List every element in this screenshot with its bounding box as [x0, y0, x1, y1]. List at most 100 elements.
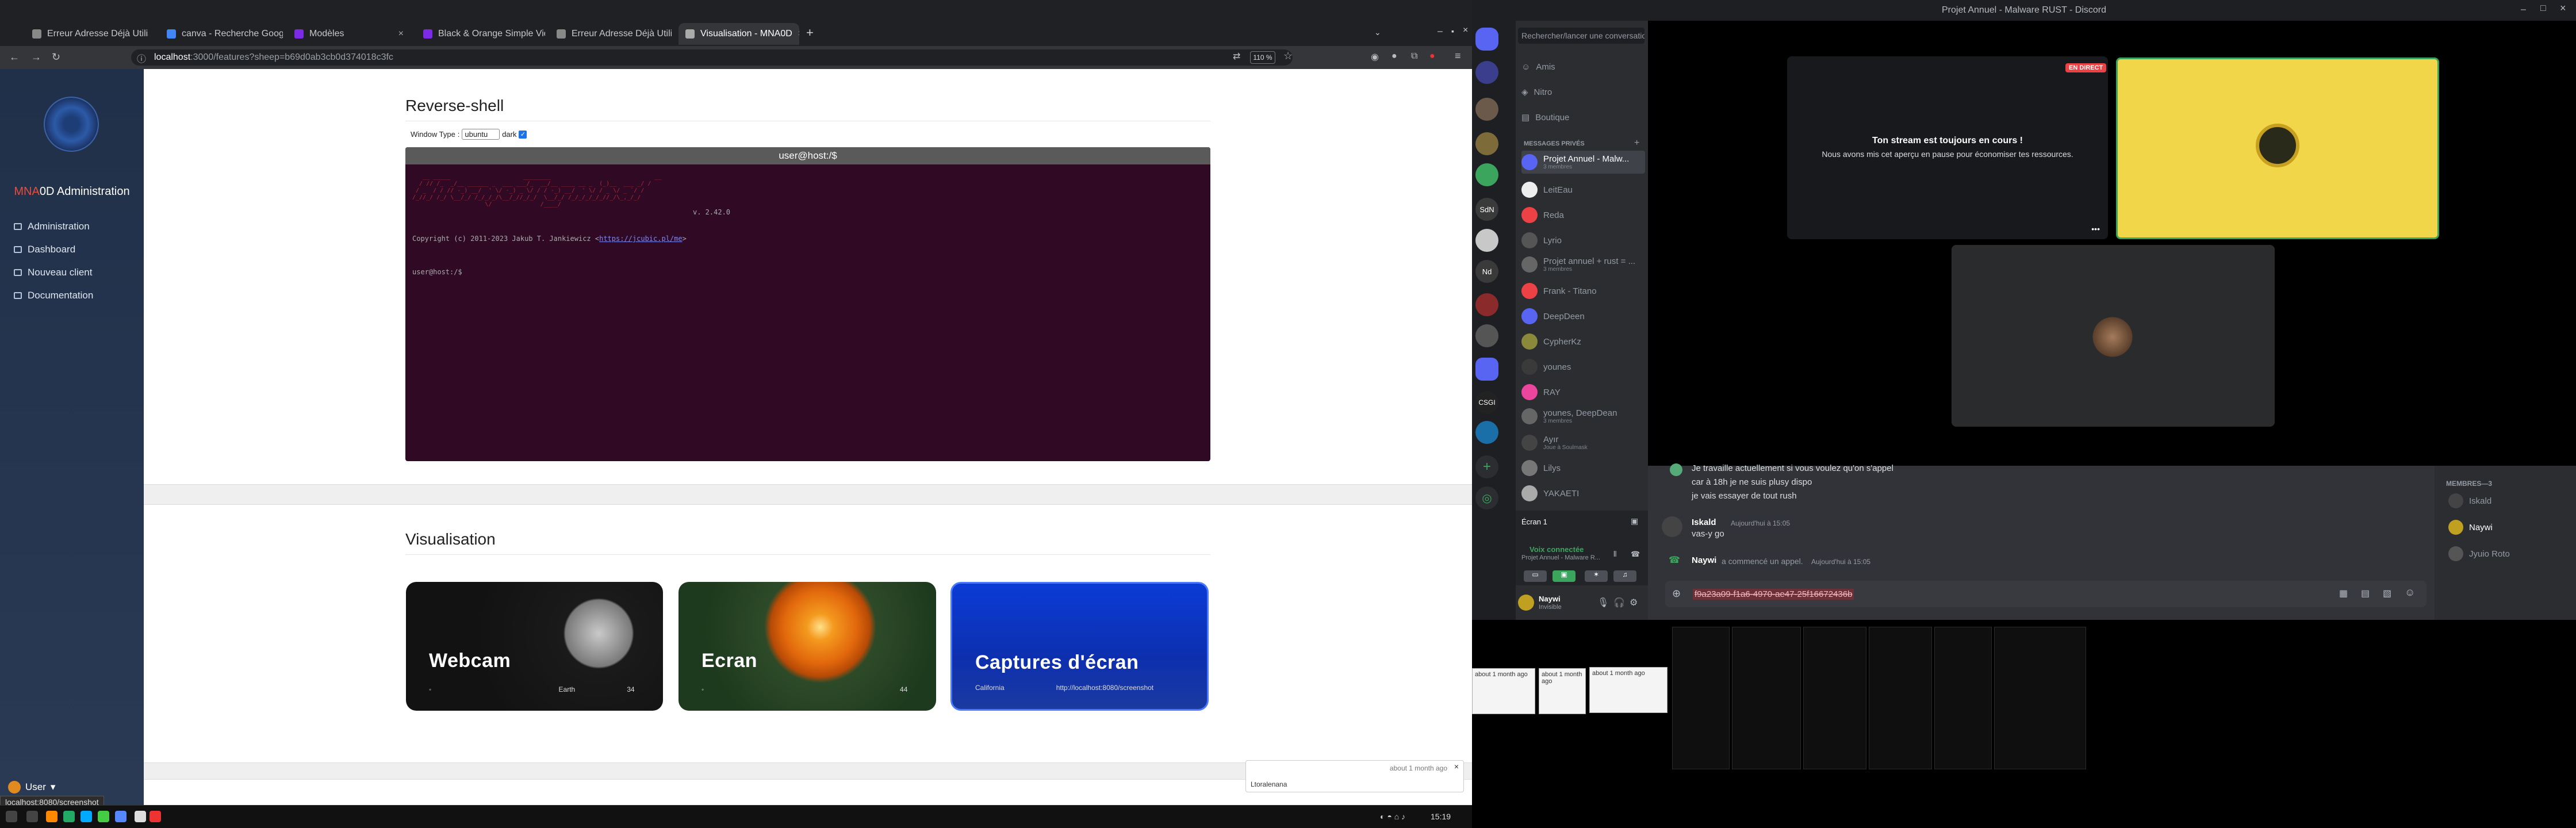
activity-button[interactable]: ✶ — [1585, 570, 1608, 582]
friends-item[interactable]: ☺ Amis — [1521, 56, 1645, 77]
tab-6-active[interactable]: Visualisation - MNA0D × — [678, 23, 799, 45]
dm-search-input[interactable]: Rechercher/lancer une conversation — [1518, 28, 1644, 44]
mini-window[interactable]: about 1 month ago — [1589, 667, 1667, 713]
notification-toast[interactable]: about 1 month ago × Ltoralenana — [1245, 760, 1464, 792]
server-icon[interactable] — [1475, 229, 1498, 252]
extension-icon[interactable]: ◉ — [1371, 51, 1379, 63]
ecran-card[interactable]: Ecran ◦ 44 — [678, 582, 936, 711]
add-dm-icon[interactable]: + — [1634, 138, 1639, 148]
files-icon[interactable] — [26, 811, 38, 822]
member-item[interactable]: Naywi — [2448, 520, 2493, 535]
user-menu[interactable]: User ▾ — [8, 781, 55, 793]
close-window-icon[interactable]: × — [2560, 2, 2566, 14]
reload-icon[interactable]: ↻ — [52, 51, 60, 63]
terminal-prompt[interactable]: user@host:/$ — [412, 268, 462, 276]
translate-icon[interactable]: ⇄ — [1233, 51, 1240, 62]
attach-icon[interactable]: ⊕ — [1672, 588, 1681, 600]
gift-icon[interactable]: ▦ — [2339, 588, 2348, 599]
app-icon[interactable] — [135, 811, 146, 822]
maximize-icon[interactable]: □ — [2540, 3, 2546, 14]
server-csgi-icon[interactable]: CSGI — [1475, 391, 1498, 414]
start-icon[interactable] — [6, 811, 17, 822]
tab-3[interactable]: Modèles × — [288, 23, 411, 45]
close-tab-icon[interactable]: × — [398, 29, 404, 39]
zoom-indicator[interactable]: 110 % — [1250, 51, 1275, 64]
screen-share-icon[interactable]: ▣ — [1631, 516, 1638, 526]
menu-icon[interactable]: ≡ — [1455, 50, 1461, 62]
folder-server-icon[interactable] — [1475, 358, 1498, 381]
back-icon[interactable]: ← — [9, 51, 20, 63]
mini-window[interactable]: about 1 month ago — [1539, 668, 1586, 714]
gif-icon[interactable]: ▤ — [2361, 588, 2370, 599]
noise-suppression-icon[interactable]: ⫴ — [1613, 550, 1616, 559]
app-icon[interactable] — [150, 811, 161, 822]
server-nd-icon[interactable]: Nd — [1475, 260, 1498, 283]
sticker-icon[interactable]: ▧ — [2383, 588, 2391, 599]
record-icon[interactable]: ● — [1429, 51, 1435, 62]
discord-home-icon[interactable] — [1475, 28, 1498, 51]
captures-card[interactable]: Captures d'écran California http://localh… — [950, 582, 1209, 711]
server-icon[interactable] — [1475, 98, 1498, 121]
soundboard-button[interactable]: ♫ — [1613, 570, 1636, 582]
dm-item[interactable]: CypherKz — [1521, 331, 1645, 352]
explore-icon[interactable]: ◎ — [1475, 486, 1498, 509]
dm-item[interactable]: Lilys — [1521, 458, 1645, 478]
tab-5[interactable]: Erreur Adresse Déjà Utilisée× — [550, 23, 672, 45]
server-sdh-icon[interactable]: SdN — [1475, 198, 1498, 221]
emoji-icon[interactable]: ☺ — [2405, 586, 2415, 599]
shop-item[interactable]: ▤ Boutique — [1521, 107, 1645, 128]
server-icon[interactable] — [1475, 421, 1498, 444]
server-icon[interactable] — [1475, 132, 1498, 155]
webcam-card[interactable]: Webcam ◦ Earth 34 — [406, 582, 663, 711]
dark-checkbox[interactable]: ✓ — [519, 130, 527, 139]
close-window-icon[interactable]: × — [1463, 25, 1468, 36]
profile-icon[interactable]: ● — [1392, 51, 1397, 62]
dm-item[interactable]: Ayır Joue à Soulmask — [1521, 431, 1645, 454]
more-icon[interactable]: ••• — [2091, 224, 2100, 233]
message-input[interactable]: f9a23a09-f1a6-4970-ae47-25f16672436b — [1665, 581, 2426, 607]
camera-button[interactable]: ▭ — [1524, 570, 1547, 582]
minimize-icon[interactable]: ‒ — [1438, 26, 1443, 37]
server-icon[interactable] — [1475, 61, 1498, 84]
discord-app-icon[interactable] — [115, 811, 126, 822]
dm-item[interactable]: RAY — [1521, 382, 1645, 402]
add-server-icon[interactable]: + — [1475, 455, 1498, 478]
member-item[interactable]: Iskald — [2448, 493, 2491, 508]
forward-icon[interactable]: → — [31, 51, 41, 63]
close-tab-icon[interactable]: × — [798, 29, 799, 39]
dm-item[interactable]: Projet Annuel - Malw... 3 membres — [1521, 151, 1645, 174]
nav-documentation[interactable]: Documentation — [14, 290, 93, 301]
paused-stream-tile[interactable]: Ton stream est toujours en cours ! Nous … — [1787, 56, 2108, 239]
avatar-tile[interactable] — [2116, 57, 2439, 239]
nav-administration[interactable]: Administration — [14, 221, 90, 232]
nav-nouveau-client[interactable]: Nouveau client — [14, 267, 92, 278]
new-tab-button[interactable]: + — [806, 25, 814, 40]
dm-item[interactable]: Reda — [1521, 205, 1645, 225]
dm-item[interactable]: younes — [1521, 356, 1645, 377]
server-icon[interactable] — [1475, 163, 1498, 186]
nitro-item[interactable]: ◈ Nitro — [1521, 82, 1645, 102]
address-bar[interactable]: localhost:3000/features?sheep=b69d0ab3cb… — [131, 49, 1293, 66]
headphones-icon[interactable]: 🎧 — [1613, 597, 1625, 608]
extensions-puzzle-icon[interactable]: ⧉ — [1411, 51, 1417, 62]
server-icon[interactable] — [1475, 324, 1498, 347]
tab-4[interactable]: Black & Orange Simple Video× — [416, 23, 545, 45]
app-icon[interactable] — [98, 811, 109, 822]
dm-item[interactable]: Projet annuel + rust = ... 3 membres — [1521, 253, 1645, 276]
vscode-icon[interactable] — [80, 811, 92, 822]
tab-1[interactable]: Erreur Adresse Déjà Utilisée× — [25, 23, 148, 45]
dm-item[interactable]: YAKAETI — [1521, 483, 1645, 504]
microphone-icon[interactable]: 🎙 — [1597, 597, 1609, 608]
tab-list-icon[interactable]: ⌄ — [1374, 28, 1381, 37]
terminal-app-icon[interactable] — [63, 811, 75, 822]
site-info-icon[interactable]: ⓘ — [137, 51, 146, 65]
dm-item[interactable]: younes, DeepDean 3 membres — [1521, 405, 1645, 428]
dm-item[interactable]: Lyrio — [1521, 230, 1645, 251]
bookmark-star-icon[interactable]: ☆ — [1283, 50, 1293, 62]
dm-item[interactable]: LeitEau — [1521, 179, 1645, 200]
copyright-link[interactable]: https://jcubic.pl/me — [599, 235, 683, 243]
server-icon[interactable] — [1475, 293, 1498, 316]
terminal[interactable]: user@host:/$ __ _____ ________ __ / // /… — [405, 147, 1210, 461]
dm-item[interactable]: DeepDeen — [1521, 306, 1645, 327]
minimize-icon[interactable]: – — [2521, 5, 2526, 15]
